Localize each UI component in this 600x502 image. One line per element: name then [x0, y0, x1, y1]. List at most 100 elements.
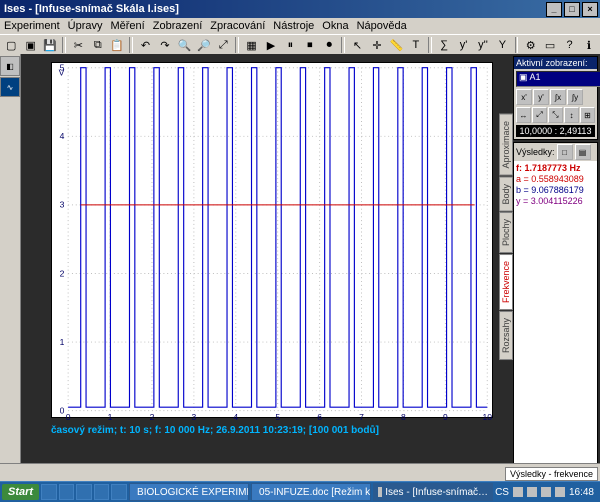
minimize-button[interactable]: _	[546, 2, 562, 17]
tool-dy-icon[interactable]: ∫y	[567, 89, 583, 105]
pause-icon[interactable]: ⏸	[281, 36, 299, 55]
tray-icon[interactable]	[513, 487, 523, 497]
task-item[interactable]: Ises - [Infuse-snímač…	[373, 483, 493, 501]
results-btn2-icon[interactable]: ▤	[575, 144, 591, 160]
crosshair-icon[interactable]: ✛	[368, 36, 386, 55]
menu-zpracovani[interactable]: Zpracování	[210, 20, 265, 32]
lang-indicator[interactable]: CS	[495, 487, 509, 498]
window-icon[interactable]: ▭	[541, 36, 559, 55]
quicklaunch-icon[interactable]	[76, 484, 92, 500]
undo-icon[interactable]: ↶	[136, 36, 154, 55]
plot-svg[interactable]: 012345V012345678910	[51, 62, 493, 424]
ruler-icon[interactable]: 📏	[387, 36, 405, 55]
vtab-plochy[interactable]: Plochy	[499, 212, 513, 253]
vertical-tabs: Aproximace Body Plochy Frekvence Rozsahy	[499, 114, 513, 460]
record-icon[interactable]: ⏺	[320, 36, 338, 55]
settings-icon[interactable]: ⚙	[521, 36, 539, 55]
vtab-frekvence[interactable]: Frekvence	[499, 254, 513, 310]
status-line: časový režim; t: 10 s; f: 10 000 Hz; 26.…	[51, 425, 379, 436]
result-y: y = 3.004115226	[516, 196, 595, 207]
play-icon[interactable]: ▶	[262, 36, 280, 55]
grid-icon[interactable]: ▦	[242, 36, 260, 55]
svg-text:7: 7	[359, 412, 364, 422]
quicklaunch-icon[interactable]	[94, 484, 110, 500]
left-tool-2[interactable]: ∿	[0, 77, 20, 97]
help-icon[interactable]: ?	[560, 36, 578, 55]
vtab-rozsahy[interactable]: Rozsahy	[499, 311, 513, 360]
toolbar: ▢▣💾 ✂⧉📋 ↶↷🔍🔎⤢ ▦▶⏸⏹⏺ ↖✛📏T ∑y'y''Y ⚙▭?ℹ	[0, 34, 600, 56]
fit-icon[interactable]: ⤢	[214, 36, 232, 55]
menu-bar: Experiment Úpravy Měření Zobrazení Zprac…	[0, 18, 600, 34]
svg-text:4: 4	[233, 412, 238, 422]
save-icon[interactable]: 💾	[41, 36, 59, 55]
new-icon[interactable]: ▢	[2, 36, 20, 55]
tray-icon[interactable]	[541, 487, 551, 497]
system-tray: CS 16:48	[495, 487, 598, 498]
cursor-icon[interactable]: ↖	[348, 36, 366, 55]
cut-icon[interactable]: ✂	[69, 36, 87, 55]
tool-b-icon[interactable]: ⤢	[532, 107, 547, 123]
tray-icon[interactable]	[555, 487, 565, 497]
vtab-body[interactable]: Body	[499, 177, 513, 212]
task-item[interactable]: BIOLOGICKÉ EXPERIMEN…	[129, 483, 249, 501]
menu-nastroje[interactable]: Nástroje	[273, 20, 314, 32]
menu-experiment[interactable]: Experiment	[4, 20, 60, 32]
svg-text:3: 3	[191, 412, 196, 422]
task-item[interactable]: 05-INFUZE.doc [Režim k…	[251, 483, 371, 501]
active-display-select[interactable]: ▣ A1	[516, 71, 600, 87]
results-title: Výsledky:	[516, 147, 555, 157]
y3-icon[interactable]: Y	[493, 36, 511, 55]
fx-icon[interactable]: ∑	[435, 36, 453, 55]
stop-icon[interactable]: ⏹	[301, 36, 319, 55]
svg-text:8: 8	[401, 412, 406, 422]
svg-text:5: 5	[275, 412, 280, 422]
tool-d-icon[interactable]: ↕	[564, 107, 579, 123]
window-title: Ises - [Infuse-snímač Skála I.ises]	[2, 3, 544, 15]
paste-icon[interactable]: 📋	[108, 36, 126, 55]
copy-icon[interactable]: ⧉	[89, 36, 107, 55]
quicklaunch-icon[interactable]	[41, 484, 57, 500]
menu-upravy[interactable]: Úpravy	[68, 20, 103, 32]
footer-tab-vysledky[interactable]: Výsledky - frekvence	[505, 467, 598, 481]
menu-napoveda[interactable]: Nápověda	[357, 20, 407, 32]
close-button[interactable]: ×	[582, 2, 598, 17]
tool-a-icon[interactable]: ↔	[516, 107, 531, 123]
vtab-aproximace[interactable]: Aproximace	[499, 114, 513, 176]
clock[interactable]: 16:48	[569, 487, 594, 498]
menu-zobrazeni[interactable]: Zobrazení	[153, 20, 203, 32]
svg-text:3: 3	[60, 200, 65, 210]
svg-text:1: 1	[108, 412, 113, 422]
left-tool-1[interactable]: ◧	[0, 56, 20, 76]
active-display-label: Aktivní zobrazení:	[514, 57, 597, 69]
tool-dx-icon[interactable]: ∫x	[550, 89, 566, 105]
right-panel: Aktivní zobrazení: ▣ A1 x' y' ∫x ∫y ↔ ⤢ …	[511, 54, 600, 482]
zoom-out-icon[interactable]: 🔎	[195, 36, 213, 55]
left-toolbox: ◧ ∿	[0, 54, 21, 482]
quicklaunch-icon[interactable]	[59, 484, 75, 500]
text-icon[interactable]: T	[407, 36, 425, 55]
info-icon[interactable]: ℹ	[580, 36, 598, 55]
menu-mereni[interactable]: Měření	[110, 20, 144, 32]
results-btn1-icon[interactable]: □	[557, 144, 573, 160]
zoom-in-icon[interactable]: 🔍	[175, 36, 193, 55]
redo-icon[interactable]: ↷	[156, 36, 174, 55]
y2-icon[interactable]: y''	[474, 36, 492, 55]
svg-text:0: 0	[60, 405, 65, 415]
result-b: b = 9.067886179	[516, 185, 595, 196]
tray-icon[interactable]	[527, 487, 537, 497]
svg-text:4: 4	[60, 131, 65, 141]
maximize-button[interactable]: □	[564, 2, 580, 17]
tool-x-icon[interactable]: x'	[516, 89, 532, 105]
tool-c-icon[interactable]: ⤡	[548, 107, 563, 123]
svg-text:2: 2	[60, 268, 65, 278]
tool-e-icon[interactable]: ⊞	[580, 107, 595, 123]
menu-okna[interactable]: Okna	[322, 20, 348, 32]
open-icon[interactable]: ▣	[21, 36, 39, 55]
quicklaunch-icon[interactable]	[111, 484, 127, 500]
svg-text:2: 2	[150, 412, 155, 422]
y1-icon[interactable]: y'	[454, 36, 472, 55]
svg-text:9: 9	[443, 412, 448, 422]
start-button[interactable]: Start	[2, 484, 39, 500]
tool-y-icon[interactable]: y'	[533, 89, 549, 105]
result-a: a = 0.558943089	[516, 174, 595, 185]
